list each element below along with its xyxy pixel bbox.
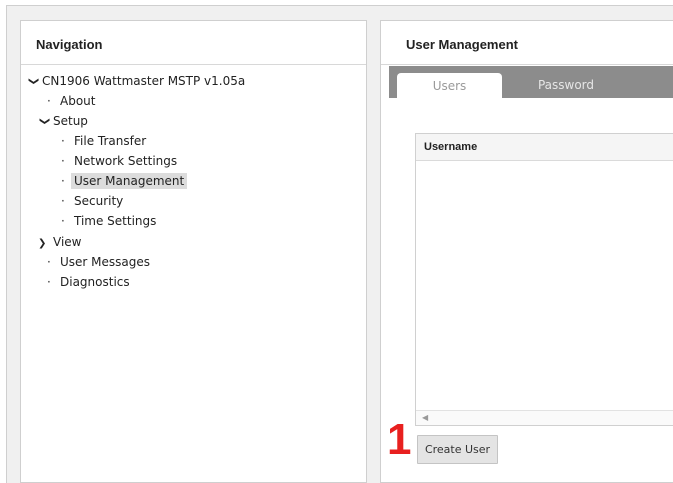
user-management-panel: User Management Users Password Username …: [380, 20, 673, 483]
user-management-title-divider: [381, 64, 673, 65]
tree-item-setup[interactable]: ❯ Setup: [38, 112, 91, 130]
scroll-left-icon[interactable]: ◀: [422, 413, 428, 422]
tree-item-label: Network Settings: [74, 154, 178, 168]
tree-item-label: User Management: [71, 173, 188, 189]
users-table: Username ◀: [415, 133, 673, 426]
navigation-panel: Navigation ❯ CN1906 Wattmaster MSTP v1.05…: [20, 20, 367, 483]
table-header-row: Username: [416, 134, 673, 161]
tree-item-network-settings[interactable]: · Network Settings: [61, 152, 180, 170]
step-number-annotation: 1: [387, 415, 412, 464]
navigation-title: Navigation: [36, 37, 103, 52]
tree-item-file-transfer[interactable]: · File Transfer: [61, 132, 149, 150]
tree-item-label: User Messages: [60, 255, 151, 269]
tree-item-label: View: [53, 235, 82, 249]
bullet-icon: ·: [47, 275, 51, 289]
bullet-icon: ·: [61, 214, 65, 228]
bullet-icon: ·: [47, 94, 51, 108]
tree-item-security[interactable]: · Security: [61, 192, 126, 210]
bullet-icon: ·: [61, 194, 65, 208]
tree-item-label: Diagnostics: [60, 275, 130, 289]
tree-item-user-management[interactable]: · User Management: [61, 172, 188, 190]
tree-item-view[interactable]: ❯ View: [38, 233, 84, 251]
chevron-down-icon[interactable]: ❯: [35, 117, 53, 129]
tab-users[interactable]: Users: [396, 72, 503, 98]
navigation-title-divider: [21, 64, 366, 65]
bullet-icon: ·: [61, 174, 65, 188]
tree-item-diagnostics[interactable]: · Diagnostics: [47, 273, 133, 291]
bullet-icon: ·: [61, 134, 65, 148]
tree-item-time-settings[interactable]: · Time Settings: [61, 212, 159, 230]
tree-item-label: Time Settings: [74, 214, 157, 228]
tab-password[interactable]: Password: [511, 72, 621, 98]
tree-item-label: Security: [74, 194, 124, 208]
create-user-button[interactable]: Create User: [417, 435, 498, 464]
tree-item-label: CN1906 Wattmaster MSTP v1.05a: [42, 74, 246, 88]
tree-item-label: About: [60, 94, 96, 108]
horizontal-scrollbar[interactable]: ◀: [416, 410, 673, 425]
tree-item-label: Setup: [53, 114, 88, 128]
tree-item-root[interactable]: ❯ CN1906 Wattmaster MSTP v1.05a: [27, 72, 248, 90]
user-management-title: User Management: [406, 37, 518, 52]
tree-item-user-messages[interactable]: · User Messages: [47, 253, 153, 271]
tree-item-label: File Transfer: [74, 134, 147, 148]
chevron-down-icon[interactable]: ❯: [24, 77, 42, 89]
column-header-username[interactable]: Username: [424, 141, 477, 153]
bullet-icon: ·: [47, 255, 51, 269]
bullet-icon: ·: [61, 154, 65, 168]
tab-bar: Users Password: [389, 66, 673, 98]
tree-item-about[interactable]: · About: [47, 92, 98, 110]
chevron-right-icon[interactable]: ❯: [38, 235, 50, 253]
